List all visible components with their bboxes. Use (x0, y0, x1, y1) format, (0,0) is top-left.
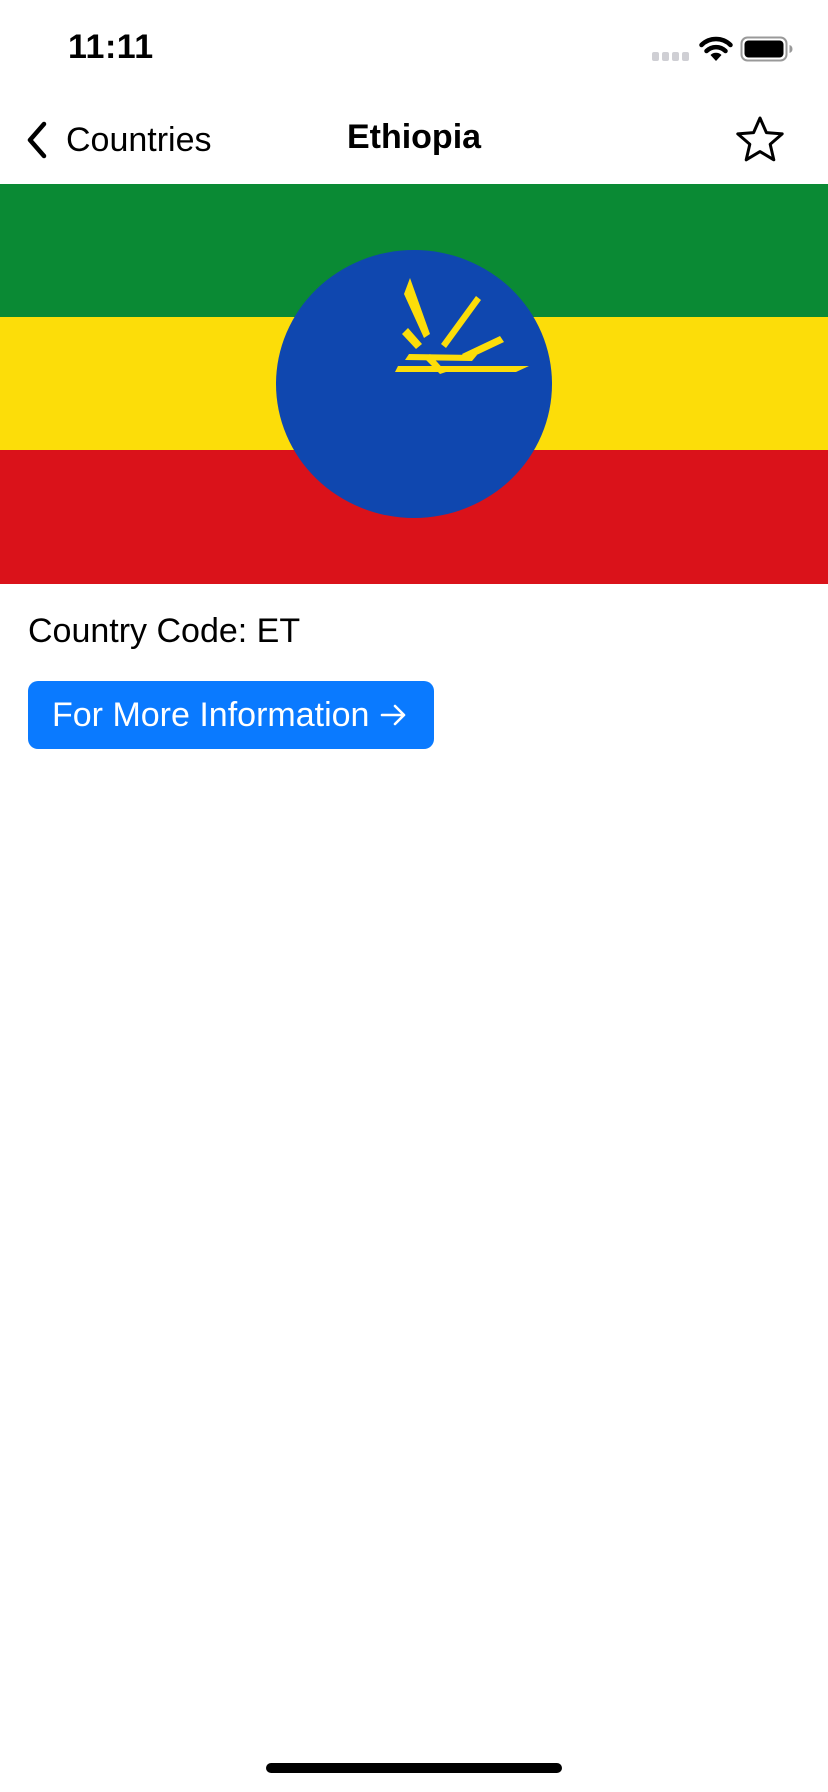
star-outline-icon (736, 116, 784, 162)
favorite-button[interactable] (730, 110, 790, 170)
cellular-signal-icon (652, 52, 689, 61)
back-button[interactable]: Countries (22, 110, 212, 170)
chevron-left-icon (27, 121, 47, 159)
country-flag (0, 184, 828, 584)
country-code-label: Country Code: ET (28, 612, 301, 650)
back-button-label: Countries (66, 120, 212, 159)
home-indicator[interactable] (266, 1763, 562, 1773)
navigation-bar: Countries Ethiopia (0, 96, 828, 184)
status-time: 11:11 (68, 28, 154, 66)
status-bar: 11:11 (0, 0, 828, 96)
more-information-button[interactable]: For More Information (28, 681, 434, 749)
battery-icon (740, 36, 793, 62)
arrow-right-icon (381, 704, 406, 726)
more-information-label: For More Information (52, 695, 370, 734)
wifi-icon (699, 36, 733, 61)
